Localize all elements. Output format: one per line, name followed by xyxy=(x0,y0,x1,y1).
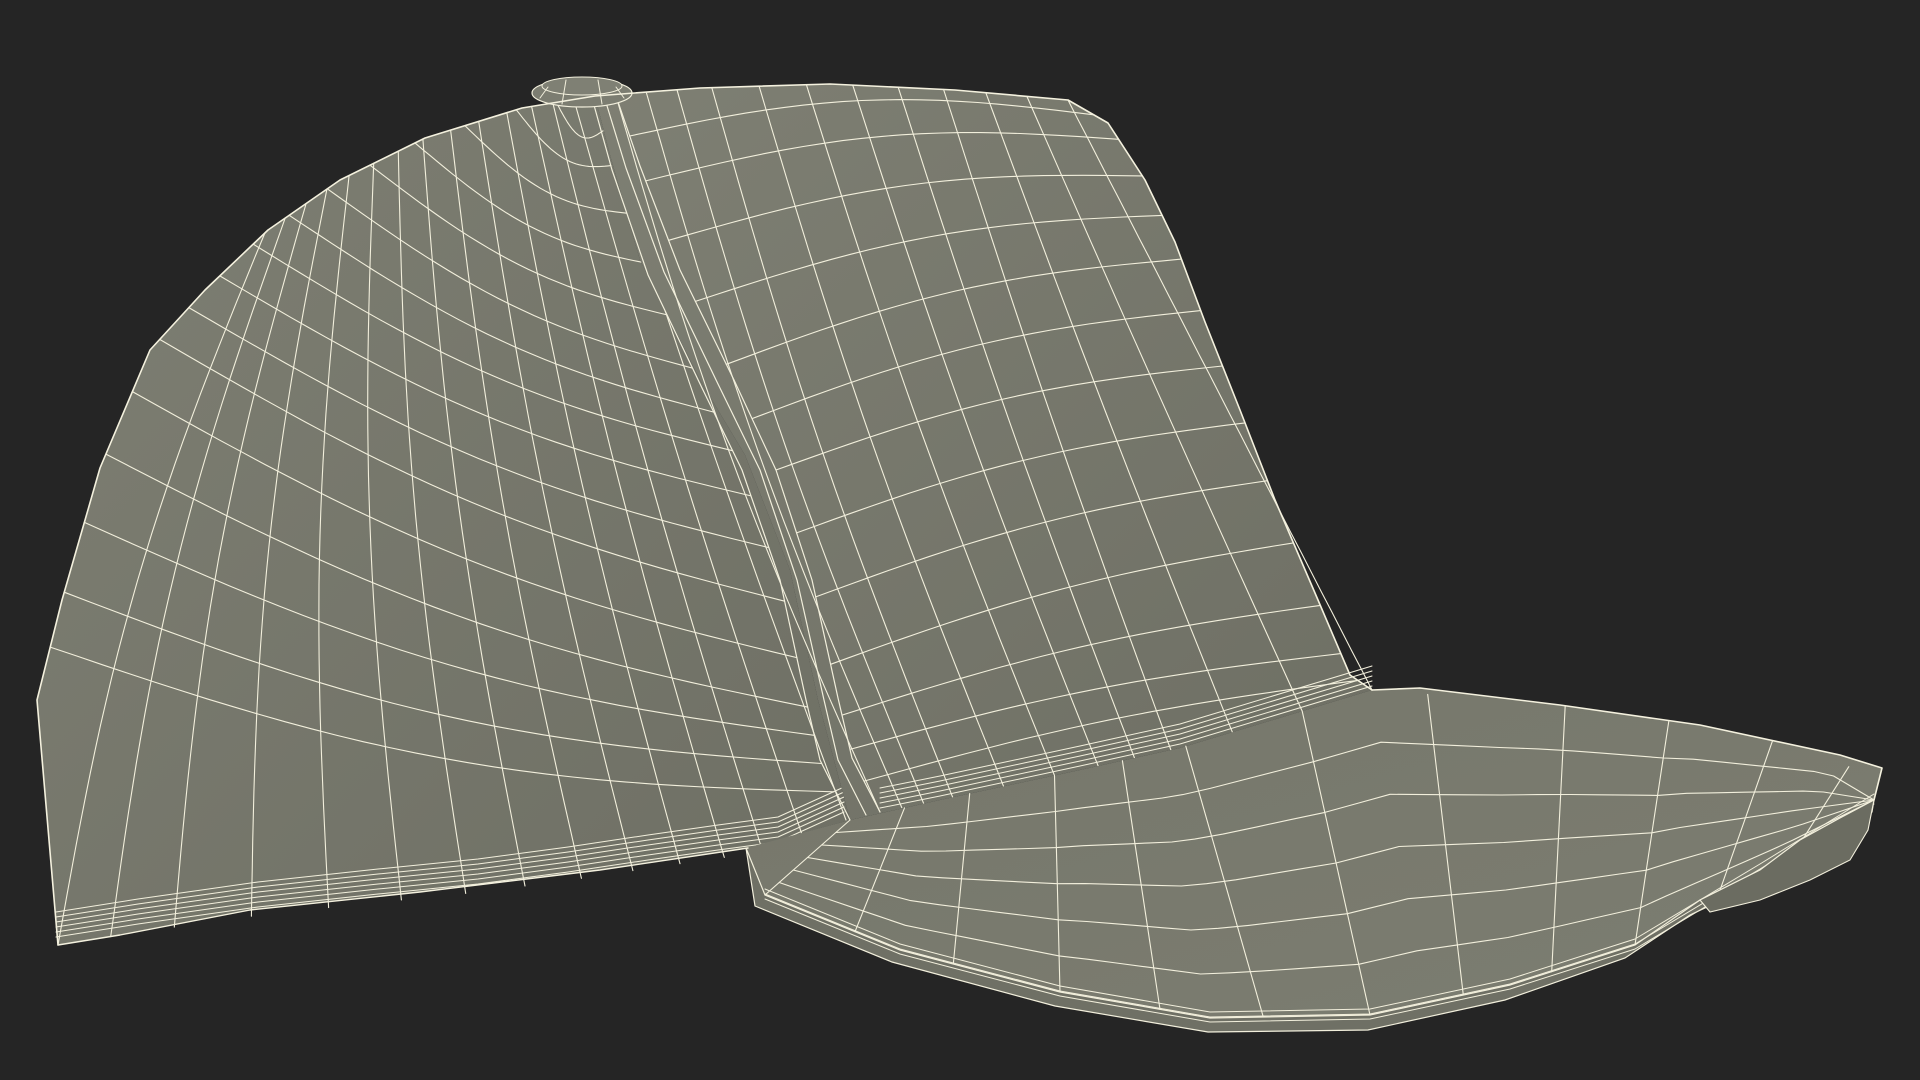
crown-button xyxy=(531,76,633,108)
render-viewport xyxy=(0,0,1920,1080)
cap-wireframe-render xyxy=(36,76,1883,1033)
